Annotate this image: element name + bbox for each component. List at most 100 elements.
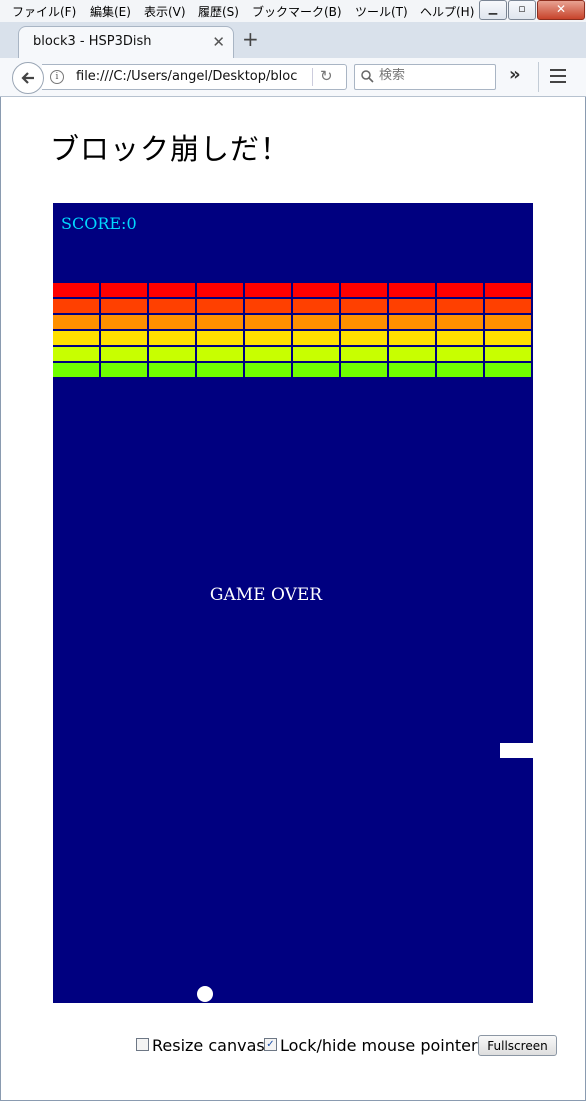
brick [197,363,243,377]
lock-pointer-checkbox[interactable]: ✓ [264,1038,277,1051]
brick [341,347,387,361]
menu-view[interactable]: 表示(V) [144,3,186,20]
brick [101,315,147,329]
brick [437,315,483,329]
page-title: ブロック崩しだ！ [50,132,291,166]
brick [485,331,531,345]
brick [437,331,483,345]
url-bar[interactable]: i file:///C:/Users/angel/Desktop/bloc ↻ [42,64,347,90]
tab-strip: block3 - HSP3Dish ✕ + [0,22,586,59]
brick [149,315,195,329]
brick [293,347,339,361]
brick [293,331,339,345]
tab-title: block3 - HSP3Dish [33,34,152,49]
brick [389,283,435,297]
brick [389,363,435,377]
brick [149,299,195,313]
brick [485,283,531,297]
brick [389,331,435,345]
brick [341,331,387,345]
brick [437,347,483,361]
toolbar-divider [538,62,539,92]
brick [341,299,387,313]
resize-canvas-checkbox[interactable] [136,1038,149,1051]
brick [245,315,291,329]
close-icon[interactable]: ✕ [212,33,225,51]
brick [293,283,339,297]
brick [485,347,531,361]
menu-help[interactable]: ヘルプ(H) [420,3,474,20]
resize-canvas-label: Resize canvas [152,1036,265,1055]
brick [245,299,291,313]
navigation-bar: i file:///C:/Users/angel/Desktop/bloc ↻ … [0,58,586,97]
brick [485,363,531,377]
menu-history[interactable]: 履歴(S) [198,3,239,20]
score-text: SCORE:0 [61,214,137,233]
close-window-button[interactable]: ✕ [537,0,585,20]
back-button[interactable] [12,62,44,94]
brick [197,315,243,329]
brick [245,347,291,361]
tab-block3[interactable]: block3 - HSP3Dish ✕ [18,26,234,59]
brick [101,331,147,345]
overflow-chevron-icon[interactable]: » [509,64,521,85]
brick [437,283,483,297]
back-arrow-icon [21,72,34,84]
paddle [500,743,533,758]
url-text: file:///C:/Users/angel/Desktop/bloc [76,69,298,84]
brick [149,363,195,377]
brick [53,363,99,377]
brick [197,347,243,361]
brick [485,299,531,313]
search-icon [361,70,374,83]
brick [341,363,387,377]
reload-icon[interactable]: ↻ [320,67,333,85]
brick [245,283,291,297]
menu-file[interactable]: ファイル(F) [12,3,76,20]
brick [149,283,195,297]
brick [437,363,483,377]
brick [389,347,435,361]
brick [197,283,243,297]
brick [53,299,99,313]
fullscreen-button[interactable]: Fullscreen [478,1035,557,1056]
menu-edit[interactable]: 編集(E) [90,3,131,20]
brick [53,347,99,361]
menu-bar: ファイル(F) 編集(E) 表示(V) 履歴(S) ブックマーク(B) ツール(… [0,0,586,22]
brick [53,283,99,297]
brick [437,299,483,313]
brick [293,315,339,329]
brick [341,315,387,329]
brick [101,347,147,361]
minimize-button[interactable]: ▁ [479,0,507,20]
info-icon[interactable]: i [50,70,64,84]
game-over-text: GAME OVER [209,585,323,605]
brick [197,299,243,313]
brick [149,331,195,345]
brick [101,299,147,313]
search-input[interactable] [379,68,489,83]
brick [389,315,435,329]
brick [53,315,99,329]
brick [341,283,387,297]
brick [389,299,435,313]
close-icon: ✕ [555,2,567,16]
brick [485,315,531,329]
minimize-icon: ▁ [488,2,498,15]
ball [197,986,213,1002]
game-canvas[interactable]: SCORE:0 GAME OVER [53,203,533,1003]
url-divider [312,68,313,86]
menu-bookmarks[interactable]: ブックマーク(B) [252,3,342,20]
hamburger-menu-icon[interactable] [550,69,566,87]
restore-icon: ▫ [518,2,526,15]
brick [101,283,147,297]
brick [101,363,147,377]
brick [293,363,339,377]
restore-button[interactable]: ▫ [508,0,536,20]
window-controls: ▁ ▫ ✕ [479,0,586,20]
plus-icon[interactable]: + [242,29,259,49]
search-box[interactable] [354,64,496,90]
brick [245,331,291,345]
brick [149,347,195,361]
menu-tools[interactable]: ツール(T) [355,3,408,20]
